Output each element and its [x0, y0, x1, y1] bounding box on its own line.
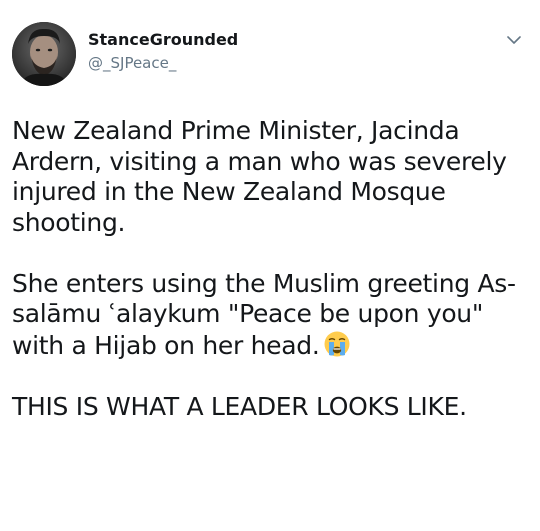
tweet-paragraph: THIS IS WHAT A LEADER LOOKS LIKE. — [12, 391, 467, 421]
tweet-card: StanceGrounded @_SJPeace_ New Zealand Pr… — [0, 0, 540, 531]
user-handle[interactable]: @_SJPeace_ — [88, 52, 238, 74]
tweet-paragraph: She enters using the Muslim greeting As-… — [12, 269, 528, 362]
tweet-paragraph: New Zealand Prime Minister, Jacinda Arde… — [12, 116, 507, 237]
user-names: StanceGrounded @_SJPeace_ — [88, 30, 238, 74]
avatar-image — [12, 22, 76, 86]
chevron-down-icon[interactable] — [504, 30, 524, 50]
tweet-text: New Zealand Prime Minister, Jacinda Arde… — [12, 116, 528, 422]
tweet-paragraph-text: She enters using the Muslim greeting As-… — [12, 268, 516, 360]
display-name[interactable]: StanceGrounded — [88, 30, 238, 50]
loudly-crying-face-emoji-icon — [323, 330, 351, 358]
avatar[interactable] — [12, 22, 76, 86]
tweet-header: StanceGrounded @_SJPeace_ — [12, 22, 528, 90]
